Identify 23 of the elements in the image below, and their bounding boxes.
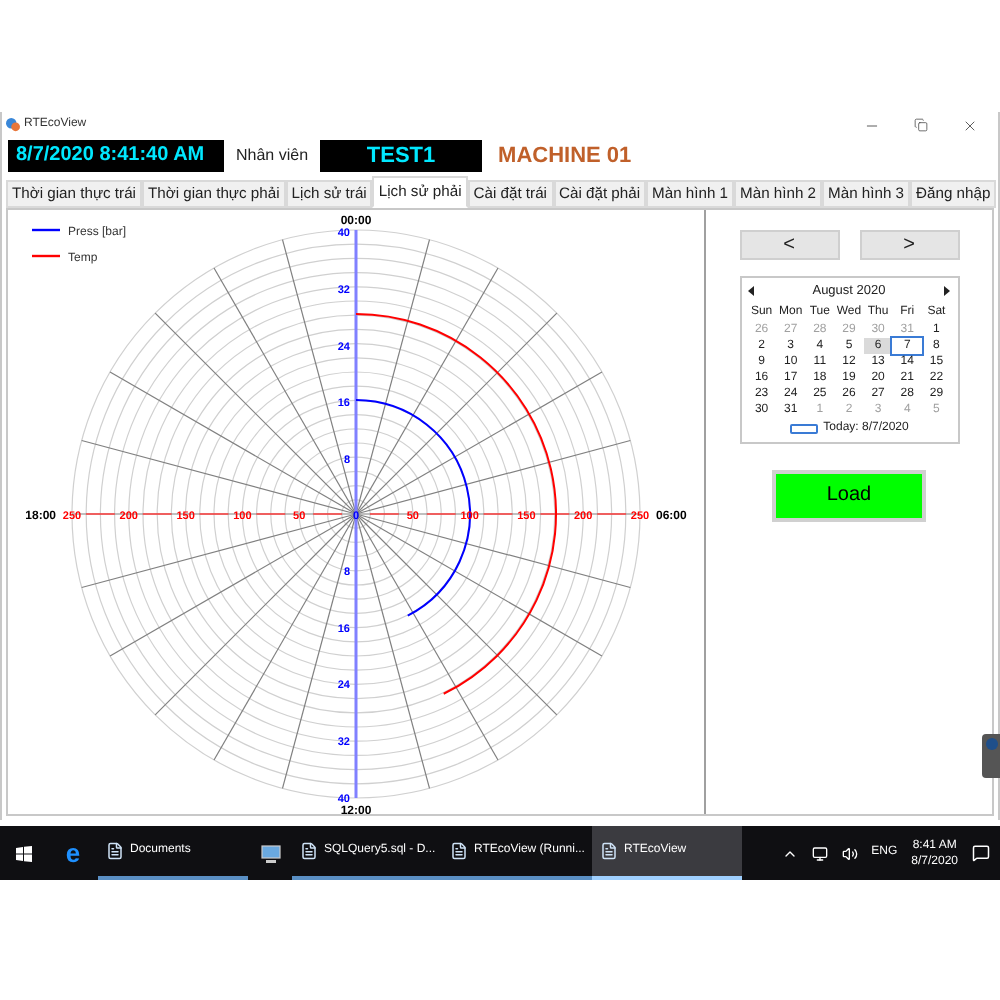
next-button[interactable]: > — [859, 230, 959, 260]
app-icon — [106, 842, 124, 860]
today-marker-icon — [789, 423, 818, 434]
app-icon — [300, 842, 318, 860]
machine-label: MACHINE 01 — [498, 141, 632, 172]
speaker-icon[interactable] — [841, 845, 858, 861]
employee-name-display: TEST1 — [320, 140, 483, 173]
restore-icon[interactable] — [914, 118, 928, 133]
app-logo-icon — [6, 118, 20, 133]
employee-label: Nhân viên — [236, 144, 309, 169]
previous-button[interactable]: < — [739, 230, 839, 260]
network-icon[interactable] — [811, 845, 828, 861]
app-icon — [450, 842, 468, 860]
next-month-icon[interactable] — [944, 286, 951, 297]
browser-icon[interactable]: e — [65, 840, 81, 866]
load-button[interactable]: Load — [772, 469, 926, 522]
notification-icon[interactable] — [972, 844, 990, 862]
app-icon — [600, 842, 618, 860]
network-computer-icon[interactable] — [259, 843, 281, 863]
close-icon[interactable] — [962, 117, 978, 134]
windows-start-icon[interactable] — [16, 845, 32, 861]
datetime-display: 8/7/2020 8:41:40 AM — [8, 140, 224, 173]
previous-month-icon[interactable] — [747, 286, 753, 297]
